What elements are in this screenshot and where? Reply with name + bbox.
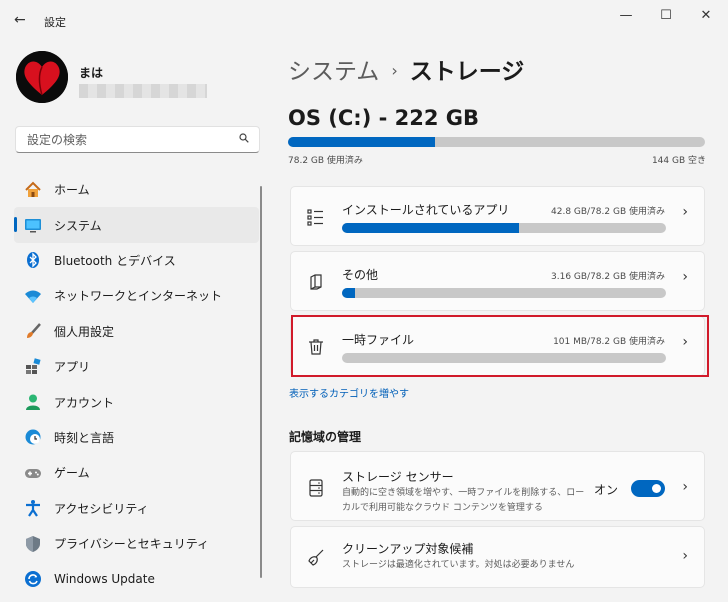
back-arrow-icon[interactable]: ← [14,12,26,28]
category-size: 42.8 GB/78.2 GB 使用済み [551,207,665,217]
bluetooth-icon [24,251,42,269]
sidebar-item-home[interactable]: ホーム [14,172,259,207]
wifi-icon [24,287,42,305]
page-title: ストレージ [409,59,525,85]
cleanup-title: クリーンアップ対象候補 [342,542,474,556]
sidebar-item-windows-update[interactable]: Windows Update [14,561,259,596]
drive-usage-bar [288,137,705,147]
sidebar-nav: ホーム システム Bluetooth とデバイス ネットワークとインターネット … [14,172,259,597]
storage-sense-toggle[interactable] [631,480,665,497]
search-icon[interactable] [239,133,249,146]
title-bar: ← 設定 — ☐ ✕ [0,0,728,42]
category-label: インストールされているアプリ [342,203,510,217]
sidebar-item-privacy[interactable]: プライバシーとセキュリティ [14,526,259,561]
sidebar-item-label: Bluetooth とデバイス [54,253,176,268]
sidebar-item-label: ホーム [54,183,90,198]
cleanup-recommendations-card[interactable]: クリーンアップ対象候補 ストレージは最適化されています。対処は必要ありません › [290,526,705,588]
sidebar-item-label: ゲーム [54,466,90,481]
sidebar-item-label: ネットワークとインターネット [54,289,223,304]
breadcrumb-parent[interactable]: システム [288,59,379,85]
sidebar-item-accessibility[interactable]: アクセシビリティ [14,491,259,526]
chevron-right-icon: › [682,204,688,220]
update-icon [24,570,42,588]
minimize-button[interactable]: — [616,8,636,23]
accessibility-icon [24,499,42,517]
shield-icon [24,535,42,553]
chevron-right-icon: › [682,269,688,285]
sidebar-item-system[interactable]: システム [14,207,259,243]
storage-sense-card[interactable]: ストレージ センサー 自動的に空き領域を増やす、一時ファイルを削除する、ローカル… [290,451,705,521]
category-usage-fill [342,288,355,298]
sidebar-item-apps[interactable]: アプリ [14,349,259,384]
close-button[interactable]: ✕ [696,8,716,23]
storage-sense-description: 自動的に空き領域を増やす、一時ファイルを削除する、ローカルで利用可能なクラウド … [342,488,585,513]
toggle-knob [652,484,661,493]
category-card-other[interactable]: その他 3.16 GB/78.2 GB 使用済み › [290,251,705,311]
clock-globe-icon [24,428,42,446]
user-email-redacted [79,84,207,98]
category-usage-fill [342,223,520,233]
sidebar-scrollbar[interactable] [260,186,262,578]
drive-used-label: 78.2 GB 使用済み [288,156,363,166]
sidebar-item-label: アプリ [54,360,91,375]
category-usage-bar [342,288,666,298]
sidebar-item-label: システム [54,218,102,233]
maximize-button[interactable]: ☐ [656,8,676,23]
apps-icon [24,357,42,376]
toggle-state-label: オン [593,483,618,497]
sidebar-item-label: Windows Update [54,571,155,586]
storage-sense-title: ストレージ センサー [342,470,454,484]
drive-free-label: 144 GB 空き [651,156,706,166]
search-input[interactable] [25,132,229,148]
drive-usage-fill [288,137,435,147]
brush-icon [24,322,42,340]
avatar[interactable] [16,51,68,103]
sidebar-item-bluetooth[interactable]: Bluetooth とデバイス [14,243,259,278]
home-icon [24,181,42,199]
sidebar-item-label: 個人用設定 [54,324,115,339]
sidebar-item-label: 時刻と言語 [54,430,115,445]
sidebar-item-label: プライバシーとセキュリティ [54,537,210,552]
breadcrumb: システム › ストレージ [288,52,524,86]
sidebar-item-gaming[interactable]: ゲーム [14,455,259,490]
sidebar-item-personalization[interactable]: 個人用設定 [14,314,259,349]
category-card-apps[interactable]: インストールされているアプリ 42.8 GB/78.2 GB 使用済み › [290,186,705,246]
more-categories-link[interactable]: 表示するカテゴリを増やす [289,385,409,400]
search-box[interactable] [15,126,260,153]
sidebar-item-network[interactable]: ネットワークとインターネット [14,278,259,313]
chevron-right-icon: › [391,61,398,80]
sidebar-item-label: アクセシビリティ [54,501,149,516]
apps-list-icon [306,207,326,227]
sidebar-item-time-language[interactable]: 時刻と言語 [14,420,259,455]
account-icon [24,393,42,411]
cleanup-description: ストレージは最適化されています。対処は必要ありません [342,560,575,570]
system-icon [24,216,42,234]
category-label: その他 [342,268,379,282]
highlight-box [291,315,709,377]
heart-avatar-icon [16,51,68,103]
broom-icon [306,548,326,568]
category-usage-bar [342,223,666,233]
storage-sense-icon [306,478,326,498]
other-files-icon [306,272,326,292]
sidebar-item-label: アカウント [54,395,115,410]
drive-title: OS (C:) - 222 GB [288,106,480,130]
user-name: まは [79,66,104,80]
category-size: 3.16 GB/78.2 GB 使用済み [551,272,665,282]
section-heading: 記憶域の管理 [289,430,362,444]
sidebar-item-accounts[interactable]: アカウント [14,384,259,419]
window-title: 設定 [44,16,66,29]
gamepad-icon [24,464,42,482]
chevron-right-icon: › [682,548,688,564]
chevron-right-icon: › [682,479,688,495]
